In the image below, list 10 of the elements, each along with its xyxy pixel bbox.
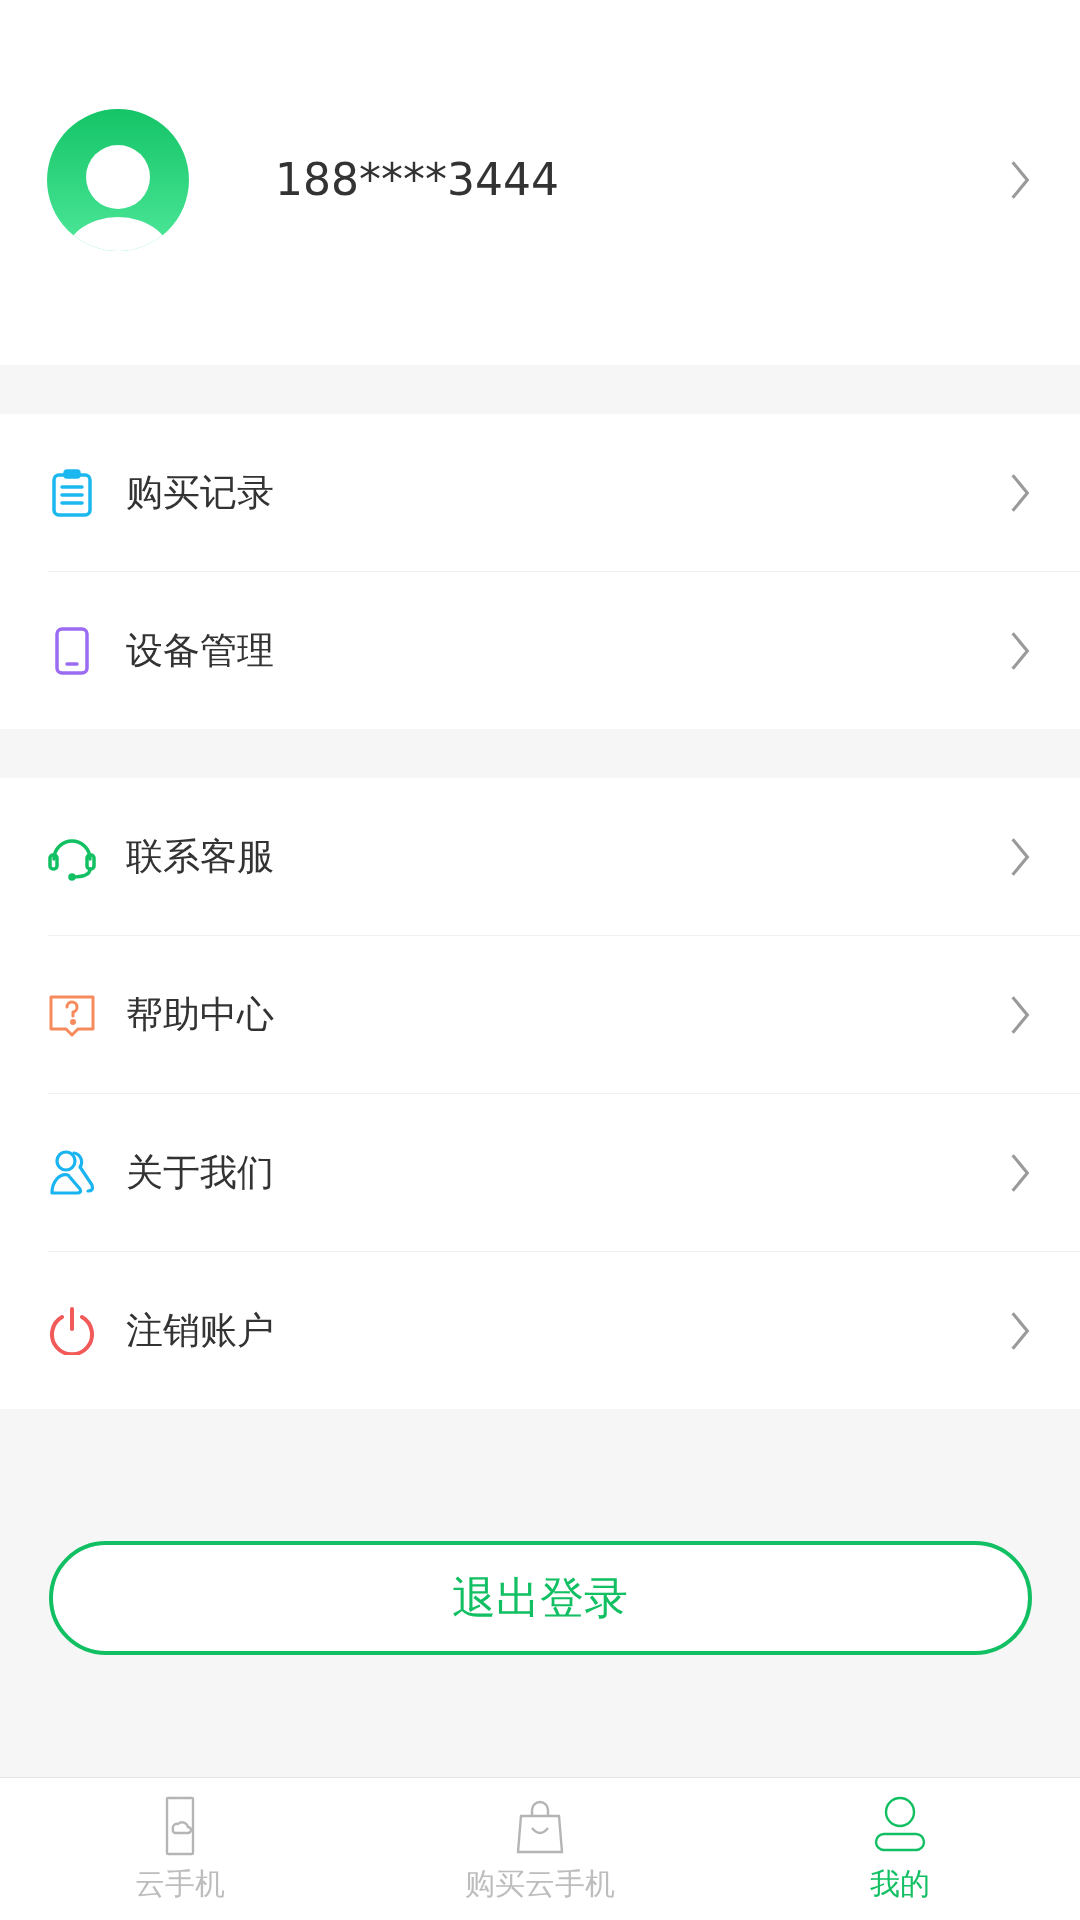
people-icon bbox=[48, 1148, 96, 1197]
phone-number: 188****3444 bbox=[275, 154, 560, 205]
power-icon bbox=[48, 1306, 96, 1355]
menu-item[interactable]: 帮助中心 bbox=[48, 936, 1080, 1094]
menu-item[interactable]: 购买记录 bbox=[48, 414, 1080, 572]
profile-header[interactable]: 188****3444 bbox=[0, 0, 1080, 365]
menu-item[interactable]: 联系客服 bbox=[48, 778, 1080, 936]
menu-item[interactable]: 关于我们 bbox=[48, 1094, 1080, 1252]
menu-item[interactable]: 设备管理 bbox=[48, 572, 1080, 729]
menu-item[interactable]: 注销账户 bbox=[48, 1252, 1080, 1409]
